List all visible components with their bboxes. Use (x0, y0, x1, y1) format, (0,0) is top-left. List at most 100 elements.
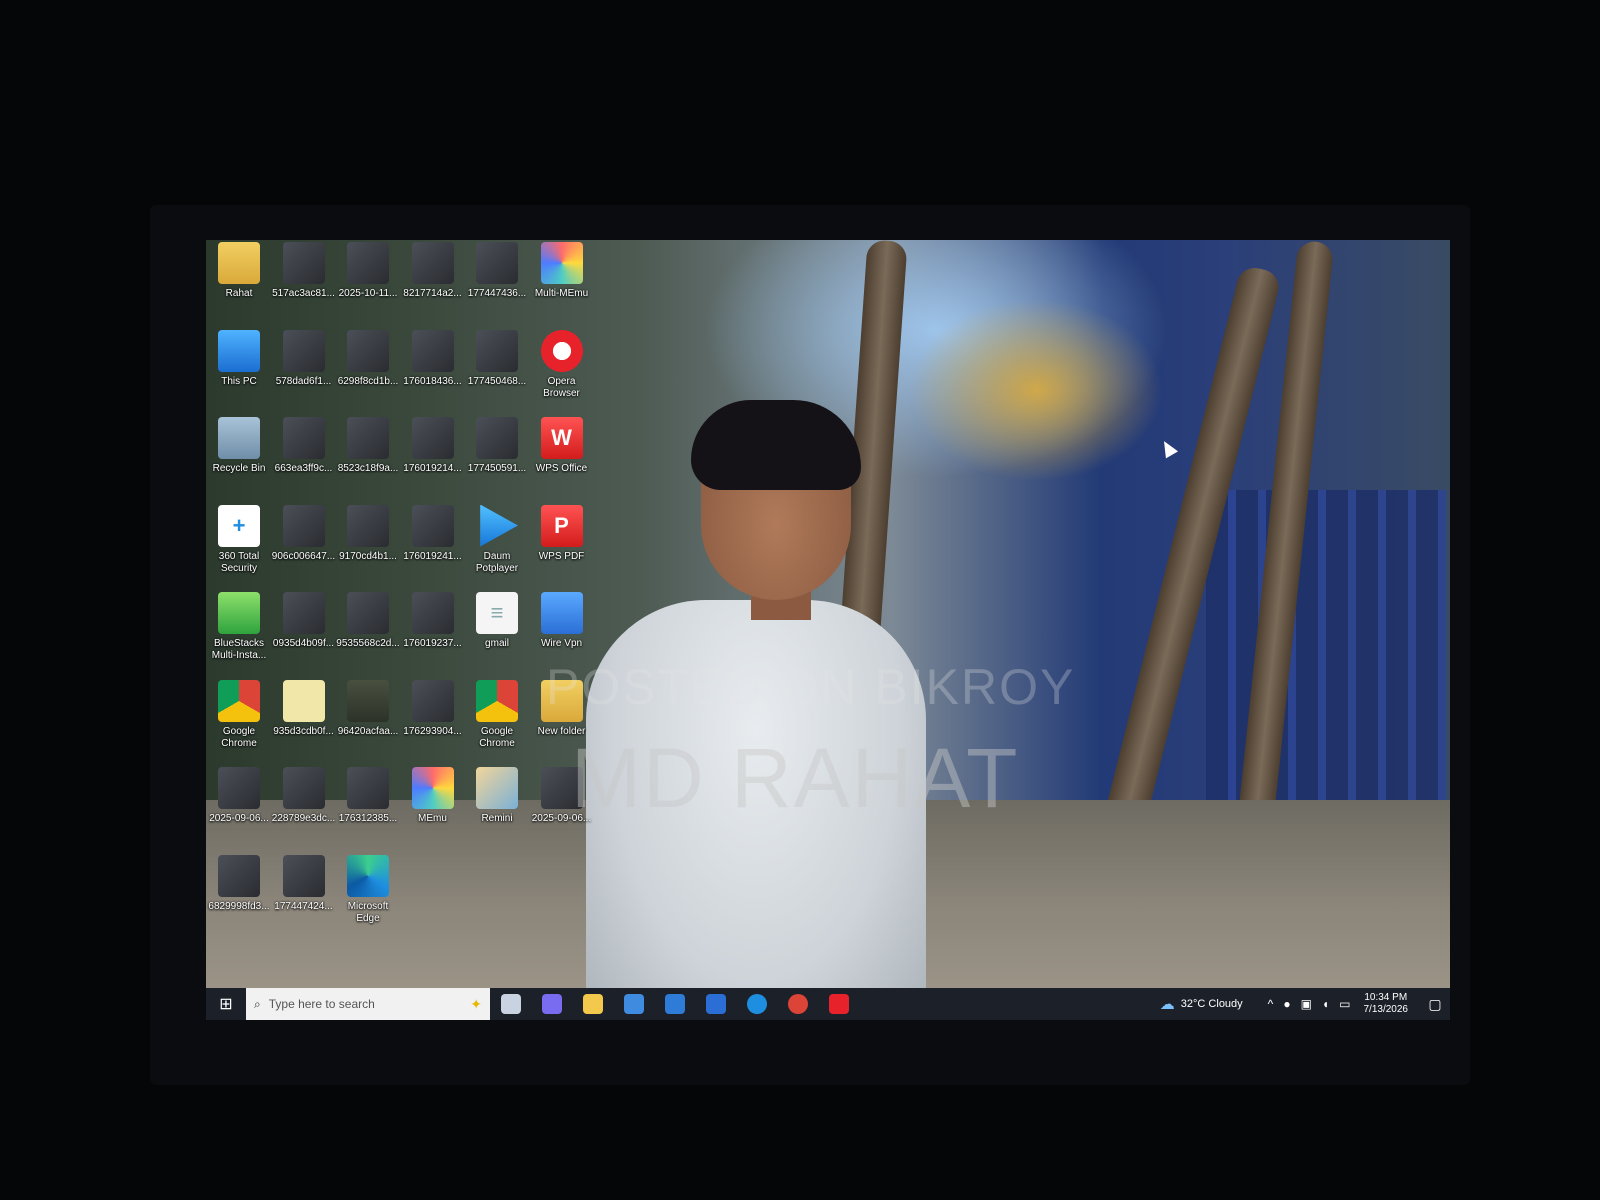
taskbar-widgets-button[interactable] (695, 988, 736, 1020)
desktop-icon[interactable]: 96420acfaa... (335, 679, 401, 738)
image-icon (282, 242, 325, 284)
taskbar-task-view-button[interactable] (490, 988, 531, 1020)
desktop-icon[interactable]: 578dad6f1... (271, 329, 337, 388)
desktop-icon-label: 176019241... (403, 550, 462, 562)
microsoft-store-icon (623, 994, 644, 1014)
desktop-icon[interactable]: ≡ gmail (464, 592, 530, 650)
vpn-icon (540, 592, 583, 634)
desktop-icon[interactable]: This PC (206, 329, 272, 388)
image-icon (282, 592, 325, 634)
clock-time: 10:34 PM (1364, 992, 1408, 1003)
desktop-icon[interactable]: Opera Browser (529, 329, 595, 400)
desktop-icon[interactable]: Remini (464, 767, 530, 825)
computer-icon (218, 329, 260, 372)
desktop-icon[interactable]: Wire Vpn (529, 592, 595, 650)
watermark-top: POSTED ON BIKROY (546, 659, 1076, 715)
taskbar-copilot-button[interactable] (531, 988, 572, 1020)
desktop-icon[interactable]: 176019237... (400, 592, 466, 650)
remini-icon (476, 767, 518, 809)
desktop-icon[interactable]: 9170cd4b1... (335, 504, 401, 563)
desktop-icon[interactable]: 176312385... (335, 767, 401, 825)
desktop-icon[interactable]: 2025-09-06... (206, 767, 272, 825)
taskbar-mail-button[interactable] (654, 988, 695, 1020)
desktop-icon-label: 517ac3ac81... (272, 288, 335, 299)
document-icon: ≡ (476, 592, 518, 634)
desktop-icon[interactable]: Recycle Bin (206, 417, 272, 475)
desktop-icon-label: Microsoft Edge (347, 900, 389, 924)
desktop-icon[interactable]: Daum Potplayer (464, 504, 530, 575)
image-icon (411, 592, 454, 634)
desktop-icon[interactable]: 176293904... (400, 679, 466, 738)
windows-logo-icon: ⊞ (219, 996, 233, 1013)
desktop-icon[interactable]: P WPS PDF (529, 504, 595, 563)
notification-icon[interactable]: ▢ (1420, 996, 1450, 1013)
image-icon (411, 329, 454, 372)
desktop-icon[interactable]: 6829998fd3... (206, 854, 272, 913)
image-icon (476, 329, 518, 372)
security-icon[interactable]: ● (1283, 997, 1290, 1011)
desktop-icon[interactable]: Multi-MEmu (529, 242, 595, 300)
desktop-icon-label: Multi-MEmu (534, 288, 589, 299)
desktop-icon-label: gmail (485, 638, 509, 649)
chevron-up-icon[interactable]: ^ (1268, 997, 1274, 1011)
desktop-icon[interactable]: Rahat (206, 242, 272, 300)
desktop-icon[interactable]: 177447424... (271, 854, 337, 913)
desktop-icon[interactable]: 177447436... (464, 242, 530, 300)
desktop-icon[interactable]: 0935d4b09f... (271, 592, 337, 650)
volume-icon[interactable]: ◖ (1322, 997, 1329, 1011)
desktop-icon[interactable]: 906c006647... (271, 504, 337, 563)
taskbar-wps-office-button[interactable] (818, 988, 859, 1020)
taskbar-microsoft-store-button[interactable] (613, 988, 654, 1020)
desktop-icon[interactable]: 935d3cdb0f... (271, 679, 337, 738)
weather-widget[interactable]: ☁ 32°C Cloudy (1160, 995, 1243, 1013)
desktop-icon[interactable]: 517ac3ac81... (271, 242, 337, 300)
desktop-icon[interactable]: 8523c18f9a... (335, 417, 401, 475)
taskbar-clock[interactable]: 10:34 PM 7/13/2026 (1364, 992, 1409, 1016)
image-icon (411, 417, 454, 459)
image-icon (347, 504, 389, 547)
desktop-icon-label: 177447424... (274, 900, 333, 912)
desktop-icon[interactable]: Google Chrome (464, 679, 530, 750)
chrome-icon (787, 994, 808, 1014)
file-explorer-icon (582, 994, 603, 1014)
desktop-icon-label: 9535568c2d... (336, 638, 400, 649)
taskbar-edge-button[interactable] (736, 988, 777, 1020)
search-icon: ⌕ (254, 996, 261, 1011)
desktop-icon[interactable]: W WPS Office (529, 417, 595, 475)
desktop-icon[interactable]: 176019214... (400, 417, 466, 475)
taskbar-chrome-button[interactable] (777, 988, 818, 1020)
desktop-icon[interactable]: 176018436... (400, 329, 466, 388)
desktop-icon-label: 176019237... (403, 638, 462, 649)
desktop-icon[interactable]: 176019241... (400, 504, 466, 563)
desktop-icon[interactable]: Google Chrome (206, 679, 272, 750)
desktop-icon[interactable]: Microsoft Edge (335, 854, 401, 925)
desktop-icon-label: 176312385... (338, 813, 398, 824)
search-placeholder: Type here to search (268, 997, 375, 1011)
start-button[interactable]: ⊞ (206, 988, 246, 1020)
taskbar-search-box[interactable]: ⌕ Type here to search ✦ (246, 988, 490, 1020)
desktop-icon[interactable]: +360 Total Security (206, 504, 272, 575)
desktop-icon-label: WPS PDF (538, 550, 585, 562)
desktop-icon[interactable]: 6298f8cd1b... (335, 329, 401, 388)
desktop-icon-label: 0935d4b09f... (272, 638, 335, 649)
desktop-icon[interactable]: 9535568c2d... (335, 592, 401, 650)
desktop-icon[interactable]: 663ea3ff9c... (271, 417, 337, 475)
desktop-icon[interactable]: 8217714a2... (400, 242, 466, 300)
folder-icon (218, 242, 260, 284)
desktop-icon-label: Google Chrome (221, 725, 257, 749)
desktop-icon-label: 8523c18f9a... (337, 463, 399, 474)
meet-icon[interactable]: ▣ (1301, 997, 1312, 1011)
desktop-icon-label: Google Chrome (479, 725, 515, 749)
desktop-icon[interactable]: 228789e3dc... (271, 767, 337, 825)
desktop-icon[interactable]: MEmu (400, 767, 466, 825)
edge-icon (347, 854, 389, 897)
network-icon[interactable]: ▭ (1339, 997, 1350, 1011)
desktop-icon[interactable]: BlueStacks Multi-Insta... (206, 592, 272, 662)
desktop-icon[interactable]: 2025-10-11... (335, 242, 401, 300)
weather-text: 32°C Cloudy (1180, 998, 1243, 1010)
taskbar-file-explorer-button[interactable] (572, 988, 613, 1020)
desktop-icon-label: 176018436... (403, 375, 462, 387)
desktop-icon[interactable]: 177450591... (464, 417, 530, 475)
bluestacks-icon (218, 592, 260, 634)
desktop-icon[interactable]: 177450468... (464, 329, 530, 388)
